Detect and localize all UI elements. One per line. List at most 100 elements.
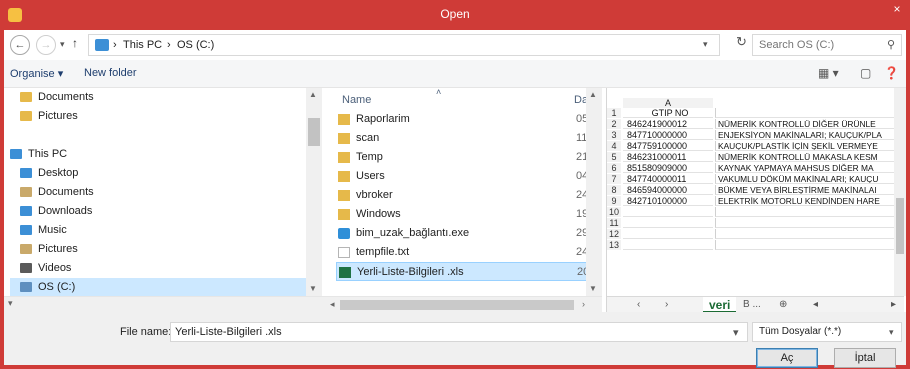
up-button[interactable]: ↑ xyxy=(72,36,78,50)
nav-scrollbar[interactable]: ▲ ▼ xyxy=(306,88,322,296)
refresh-icon[interactable]: ↻ xyxy=(736,34,750,52)
scroll-down-icon[interactable]: ▼ xyxy=(589,284,597,293)
crumb-this-pc[interactable]: This PC xyxy=(123,39,162,51)
help-icon[interactable]: ❓ xyxy=(884,66,899,80)
address-bar[interactable]: › This PC › OS (C:) ▾ xyxy=(88,34,720,56)
text-file-icon xyxy=(338,247,350,258)
row-number: 1 xyxy=(607,108,621,118)
file-row[interactable]: Users 04.0 xyxy=(336,167,597,186)
back-button[interactable]: ← xyxy=(10,35,30,55)
scroll-left-icon[interactable]: ◂ xyxy=(330,299,335,310)
nav-item-pictures-pc[interactable]: Pictures xyxy=(20,240,320,258)
nav-item-desktop[interactable]: Desktop xyxy=(20,164,320,182)
organise-button[interactable]: Organise ▾ xyxy=(10,67,63,80)
sort-arrow-icon: ˄ xyxy=(436,88,442,97)
file-row[interactable]: Raporlarim 05.0 xyxy=(336,110,597,129)
cell xyxy=(623,207,713,217)
videos-icon xyxy=(20,263,32,273)
recent-locations-chevron-icon[interactable]: ▾ xyxy=(60,39,65,50)
change-view-icon[interactable]: ▦ ▾ xyxy=(818,66,839,80)
title-bar[interactable]: Open × xyxy=(0,0,910,30)
column-header-name[interactable]: Name xyxy=(342,94,371,106)
address-dropdown-chevron-icon[interactable]: ▾ xyxy=(703,39,708,50)
nav-item-label: Downloads xyxy=(38,205,93,217)
nav-item-downloads[interactable]: Downloads xyxy=(20,202,320,220)
file-row-selected[interactable]: Yerli-Liste-Bilgileri .xls 20.0 xyxy=(336,262,598,281)
search-input[interactable] xyxy=(759,38,879,52)
sheet-scroll-right-icon[interactable]: › xyxy=(665,299,668,310)
file-name: bim_uzak_bağlantı.exe xyxy=(356,227,470,239)
file-row[interactable]: Temp 21.0 xyxy=(336,148,597,167)
nav-item-documents[interactable]: Documents xyxy=(20,88,320,106)
cell xyxy=(623,240,713,250)
folder-icon xyxy=(338,114,350,125)
sheet-scrollbar-right-icon[interactable]: ▸ xyxy=(891,299,896,310)
nav-item-os-c[interactable]: OS (C:) xyxy=(10,278,306,296)
search-icon[interactable]: ⚲ xyxy=(887,38,895,51)
file-name: Windows xyxy=(356,208,401,220)
cell xyxy=(623,229,713,239)
nav-item-music[interactable]: Music xyxy=(20,221,320,239)
sheet-scrollbar-left-icon[interactable]: ◂ xyxy=(813,299,818,310)
sheet-tab-veri[interactable]: veri xyxy=(703,297,737,312)
cancel-button[interactable]: İptal xyxy=(834,348,896,368)
file-name: Temp xyxy=(356,151,383,163)
nav-item-label: This PC xyxy=(28,148,68,160)
horizontal-scrollbar[interactable]: ▾ ◂ › xyxy=(4,296,602,312)
nav-item-label: Documents xyxy=(38,91,94,103)
open-button[interactable]: Aç xyxy=(756,348,818,368)
scroll-right-icon[interactable]: › xyxy=(582,299,585,309)
cell xyxy=(715,229,901,239)
nav-item-videos[interactable]: Videos xyxy=(20,259,320,277)
row-number: 7 xyxy=(607,174,621,184)
preview-pane-icon[interactable]: ▢ xyxy=(860,66,871,80)
crumb-separator[interactable]: › xyxy=(167,39,171,51)
nav-item-documents-pc[interactable]: Documents xyxy=(20,183,320,201)
cell: GTIP NO xyxy=(623,108,713,118)
nav-item-label: Pictures xyxy=(38,243,78,255)
nav-item-this-pc[interactable]: This PC xyxy=(10,145,310,163)
file-type-chevron-icon[interactable]: ▾ xyxy=(889,327,894,338)
file-name: Users xyxy=(356,170,385,182)
scroll-up-icon[interactable]: ▲ xyxy=(309,90,317,99)
scroll-down-icon[interactable]: ▼ xyxy=(309,284,317,293)
scroll-left-icon[interactable]: ▾ xyxy=(8,298,13,309)
file-name-input[interactable]: Yerli-Liste-Bilgileri .xls ▾ xyxy=(170,322,748,342)
new-folder-button[interactable]: New folder xyxy=(84,67,137,79)
cell xyxy=(715,207,901,217)
row-number: 8 xyxy=(607,185,621,195)
cell: 846594000000 xyxy=(623,185,713,195)
file-row[interactable]: vbroker 24.0 xyxy=(336,186,597,205)
scroll-thumb[interactable] xyxy=(896,198,904,254)
cell: 847710000000 xyxy=(623,130,713,140)
cell: ELEKTRİK MOTORLU KENDİNDEN HARE xyxy=(715,196,901,206)
crumb-os-c[interactable]: OS (C:) xyxy=(177,39,214,51)
file-type-select[interactable]: Tüm Dosyalar (*.*) ▾ xyxy=(752,322,902,342)
scroll-up-icon[interactable]: ▲ xyxy=(589,90,597,99)
add-sheet-icon[interactable]: ⊕ xyxy=(779,299,787,310)
nav-item-label: Desktop xyxy=(38,167,79,179)
navigation-pane: Documents Pictures This PC Desktop Docum… xyxy=(4,88,322,296)
file-row[interactable]: Windows 19.0 xyxy=(336,205,597,224)
close-icon[interactable]: × xyxy=(884,0,910,20)
forward-button[interactable]: → xyxy=(36,35,56,55)
sheet-tab-more[interactable]: B ... xyxy=(743,299,761,310)
scroll-thumb[interactable] xyxy=(340,300,574,310)
cell: NÜMERİK KONTROLLÜ MAKASLA KESM xyxy=(715,152,901,162)
file-name-dropdown-chevron-icon[interactable]: ▾ xyxy=(733,326,739,339)
row-number: 12 xyxy=(607,229,621,239)
search-box[interactable]: ⚲ xyxy=(752,34,902,56)
file-row[interactable]: tempfile.txt 24.0 xyxy=(336,243,597,262)
row-number: 2 xyxy=(607,119,621,129)
file-list-scrollbar[interactable]: ▲ ▼ xyxy=(586,88,602,296)
file-row[interactable]: bim_uzak_bağlantı.exe 29.0 xyxy=(336,224,597,243)
preview-scrollbar[interactable] xyxy=(894,88,906,296)
exe-icon xyxy=(338,228,350,239)
dialog-client: ← → ▾ ↑ › This PC › OS (C:) ▾ ↻ ⚲ Organi… xyxy=(4,30,906,368)
scroll-thumb[interactable] xyxy=(308,118,320,146)
crumb-separator[interactable]: › xyxy=(113,39,117,51)
nav-item-pictures[interactable]: Pictures xyxy=(20,107,320,125)
sheet-scroll-left-icon[interactable]: ‹ xyxy=(637,299,640,310)
file-row[interactable]: scan 11.0 xyxy=(336,129,597,148)
row-number: 3 xyxy=(607,130,621,140)
